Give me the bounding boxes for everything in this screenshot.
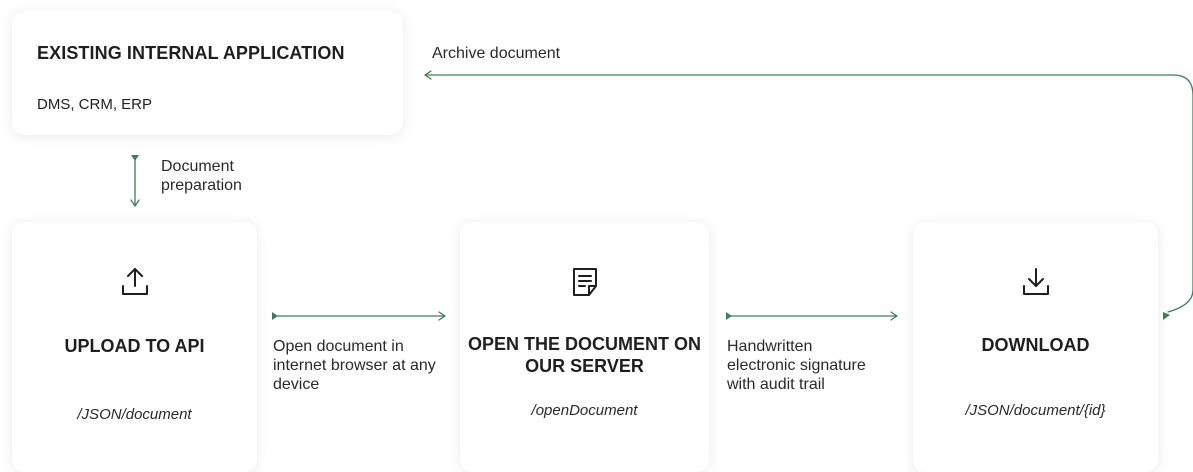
- existing-application-subtitle: DMS, CRM, ERP: [37, 96, 153, 113]
- existing-application-card: EXISTING INTERNAL APPLICATION DMS, CRM, …: [12, 11, 403, 135]
- upload-icon: [121, 268, 148, 295]
- existing-application-title: EXISTING INTERNAL APPLICATION: [37, 43, 345, 63]
- archive-arrowhead: [424, 70, 432, 80]
- download-card: DOWNLOAD /JSON/document/{id}: [913, 222, 1158, 472]
- browser-arrow-start: [272, 312, 278, 320]
- download-icon: [1022, 268, 1049, 295]
- download-endpoint-path: /JSON/document/{id}: [965, 402, 1106, 419]
- handwritten-signature-label: Handwritten electronic signature with au…: [727, 338, 866, 393]
- document-icon: [572, 268, 597, 296]
- open-in-browser-label: Open document in internet browser at any…: [273, 338, 436, 393]
- archive-document-label: Archive document: [432, 45, 561, 62]
- open-document-endpoint-path: /openDocument: [531, 402, 638, 419]
- upload-to-api-card: UPLOAD TO API /JSON/document: [12, 222, 257, 472]
- download-title: DOWNLOAD: [981, 335, 1090, 355]
- signature-arrow-start: [726, 312, 732, 320]
- archive-arrow-start: [1163, 312, 1170, 320]
- upload-endpoint-path: /JSON/document: [77, 406, 192, 423]
- preparation-arrowhead: [130, 199, 140, 207]
- preparation-arrow-start: [131, 155, 139, 161]
- open-document-card: OPEN THE DOCUMENT ON OUR SERVER /openDoc…: [460, 222, 709, 472]
- signature-arrowhead: [890, 311, 898, 321]
- upload-to-api-title: UPLOAD TO API: [64, 336, 205, 356]
- document-preparation-label: Document preparation: [161, 158, 242, 194]
- open-document-title: OPEN THE DOCUMENT ON OUR SERVER: [467, 334, 701, 376]
- browser-arrowhead: [438, 311, 446, 321]
